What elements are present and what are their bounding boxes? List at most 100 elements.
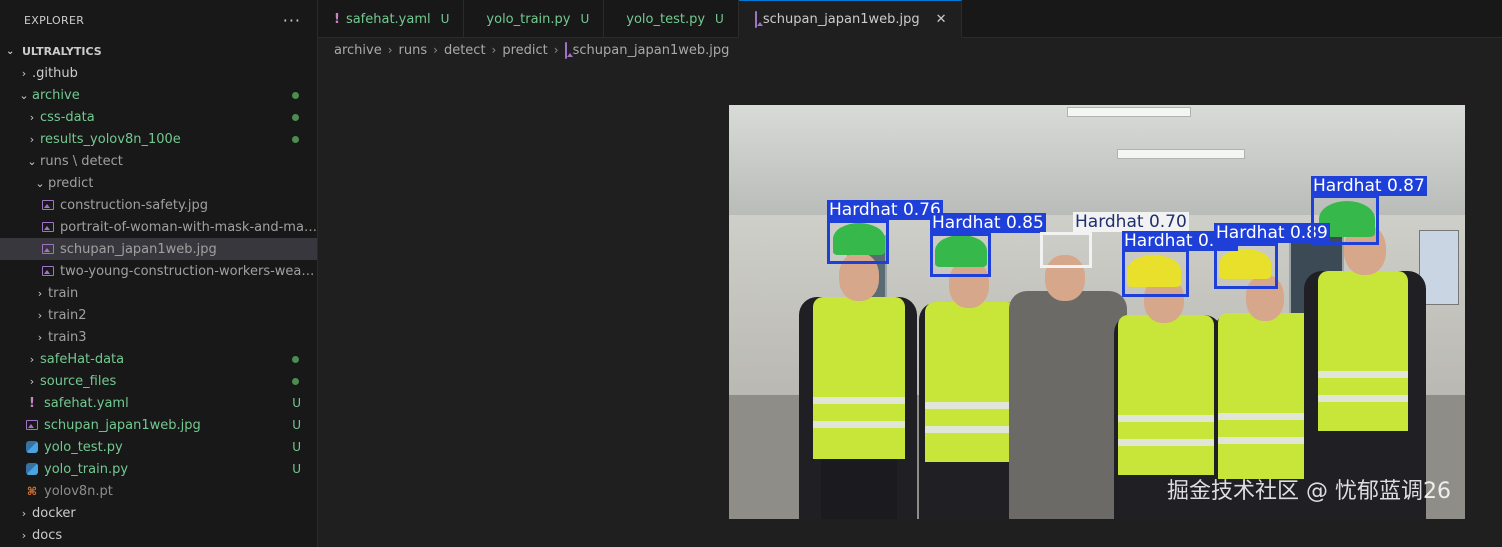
tree-item-label: schupan_japan1web.jpg	[60, 241, 217, 257]
detection-label: Hardhat 0.70	[1073, 212, 1189, 232]
image-file-icon	[40, 244, 56, 254]
close-icon[interactable]: ✕	[936, 12, 947, 27]
tab-label: schupan_japan1web.jpg	[762, 12, 920, 27]
detection-box	[1214, 243, 1278, 289]
tree-item-label: train3	[48, 329, 87, 345]
tree-item[interactable]: › source_files	[0, 370, 317, 392]
tree-item-label: two-young-construction-workers-wearing-.…	[60, 263, 317, 279]
detection-box	[930, 233, 991, 277]
modified-dot-icon	[292, 113, 299, 121]
breadcrumb-item[interactable]: runs	[399, 43, 428, 58]
tree-item-label: yolo_train.py	[44, 461, 129, 477]
image-file-icon	[40, 222, 56, 232]
chevron-down-icon: ⌄	[6, 45, 15, 57]
tree-item[interactable]: › docs	[0, 524, 317, 546]
tab-label: yolo_test.py	[626, 11, 706, 27]
git-status-badge: U	[292, 418, 301, 432]
image-file-icon	[24, 420, 40, 430]
tree-item[interactable]: portrait-of-woman-with-mask-and-man-w...	[0, 216, 317, 238]
tree-item[interactable]: ⌘ yolov8n.pt	[0, 480, 317, 502]
tree-item-label: yolov8n.pt	[44, 483, 113, 499]
image-file-icon	[40, 200, 56, 210]
tree-item-label: docs	[32, 527, 63, 543]
tab-label: safehat.yaml	[345, 11, 431, 27]
model-file-icon: ⌘	[26, 484, 38, 498]
chevron-right-icon: ›	[29, 110, 35, 124]
tree-item[interactable]: construction-safety.jpg	[0, 194, 317, 216]
tree-item-label: construction-safety.jpg	[60, 197, 209, 213]
tree-item[interactable]: ⌄ runs \ detect	[0, 150, 317, 172]
tree-item[interactable]: › css-data	[0, 106, 317, 128]
person	[799, 245, 919, 519]
modified-dot-icon	[292, 377, 299, 385]
modified-dot-icon	[292, 91, 299, 99]
tree-item-label: yolo_test.py	[44, 439, 123, 455]
tree-item[interactable]: › safeHat-data	[0, 348, 317, 370]
git-status-badge: U	[580, 12, 590, 26]
editor-tab[interactable]: schupan_japan1web.jpg ✕	[738, 0, 962, 38]
tree-item[interactable]: › train	[0, 282, 317, 304]
tree-item-label: train	[48, 285, 79, 301]
detection-box	[1311, 195, 1379, 245]
more-actions-icon[interactable]: ···	[283, 11, 301, 30]
tree-item-label: docker	[32, 505, 76, 521]
breadcrumb-item[interactable]: detect	[444, 43, 486, 58]
git-status-badge: U	[292, 440, 301, 454]
tree-item[interactable]: › results_yolov8n_100e	[0, 128, 317, 150]
person	[1009, 255, 1129, 519]
chevron-right-icon: ›	[433, 43, 438, 57]
tree-item[interactable]: ! safehat.yaml U	[0, 392, 317, 414]
image-preview[interactable]: Hardhat 0.76 Hardhat 0.85 Hardhat 0.70 H…	[729, 105, 1465, 519]
workspace-section-header[interactable]: ⌄ ULTRALYTICS	[0, 40, 317, 62]
chevron-right-icon: ›	[491, 43, 497, 57]
tree-item[interactable]: two-young-construction-workers-wearing-.…	[0, 260, 317, 282]
tree-item-label: css-data	[40, 109, 95, 125]
tab-label: yolo_train.py	[486, 11, 571, 27]
breadcrumb-item[interactable]: predict	[502, 43, 547, 58]
tree-item-label: safehat.yaml	[44, 395, 129, 411]
tree-item[interactable]: ⌄ archive	[0, 84, 317, 106]
editor-tab[interactable]: yolo_test.py U	[604, 0, 739, 38]
tree-item[interactable]: › .github	[0, 62, 317, 84]
tree-item-label: .github	[32, 65, 78, 81]
breadcrumb-item[interactable]: schupan_japan1web.jpg	[573, 43, 730, 58]
tree-item-label: portrait-of-woman-with-mask-and-man-w...	[60, 219, 317, 235]
image-file-icon	[40, 266, 56, 276]
git-status-badge: U	[715, 12, 724, 26]
image-file-icon	[754, 11, 757, 28]
chevron-down-icon: ⌄	[27, 154, 37, 168]
detection-label: Hardhat 0.76	[827, 200, 943, 220]
git-status-badge: U	[292, 462, 301, 476]
explorer-sidebar: EXPLORER ··· ⌄ ULTRALYTICS › .github ⌄ arch…	[0, 0, 318, 547]
tree-item-label: schupan_japan1web.jpg	[44, 417, 201, 433]
ceiling-light	[1067, 107, 1191, 117]
file-tree: › .github ⌄ archive › css-data › results_yolov8…	[0, 62, 317, 546]
tree-item[interactable]: yolo_train.py U	[0, 458, 317, 480]
explorer-header: EXPLORER ···	[0, 0, 317, 40]
chevron-right-icon: ›	[37, 286, 43, 300]
tree-item[interactable]: schupan_japan1web.jpg	[0, 238, 317, 260]
tree-item-label: train2	[48, 307, 87, 323]
explorer-title: EXPLORER	[24, 13, 85, 27]
editor-tab[interactable]: yolo_train.py U	[464, 0, 605, 38]
tree-item[interactable]: › docker	[0, 502, 317, 524]
chevron-right-icon: ›	[21, 506, 27, 520]
chevron-right-icon: ›	[37, 308, 43, 322]
python-file-icon	[24, 441, 40, 453]
tree-item-label: safeHat-data	[40, 351, 125, 367]
tree-item[interactable]: ⌄ predict	[0, 172, 317, 194]
chevron-right-icon: ›	[21, 66, 27, 80]
tree-item[interactable]: schupan_japan1web.jpg U	[0, 414, 317, 436]
breadcrumb: archive › runs › detect › predict › schupan_japa…	[334, 40, 729, 60]
detection-box	[827, 220, 889, 264]
breadcrumb-item[interactable]: archive	[334, 43, 382, 58]
detection-label: Hardhat 0.87	[1311, 176, 1427, 196]
tree-item-label: predict	[48, 175, 94, 191]
tree-item[interactable]: › train2	[0, 304, 317, 326]
git-status-badge: U	[440, 12, 450, 26]
tree-item[interactable]: yolo_test.py U	[0, 436, 317, 458]
editor-tab[interactable]: ! safehat.yaml U	[318, 0, 465, 38]
chevron-right-icon: ›	[387, 43, 393, 57]
tree-item[interactable]: › train3	[0, 326, 317, 348]
detection-label: Hardhat 0.85	[930, 213, 1046, 233]
